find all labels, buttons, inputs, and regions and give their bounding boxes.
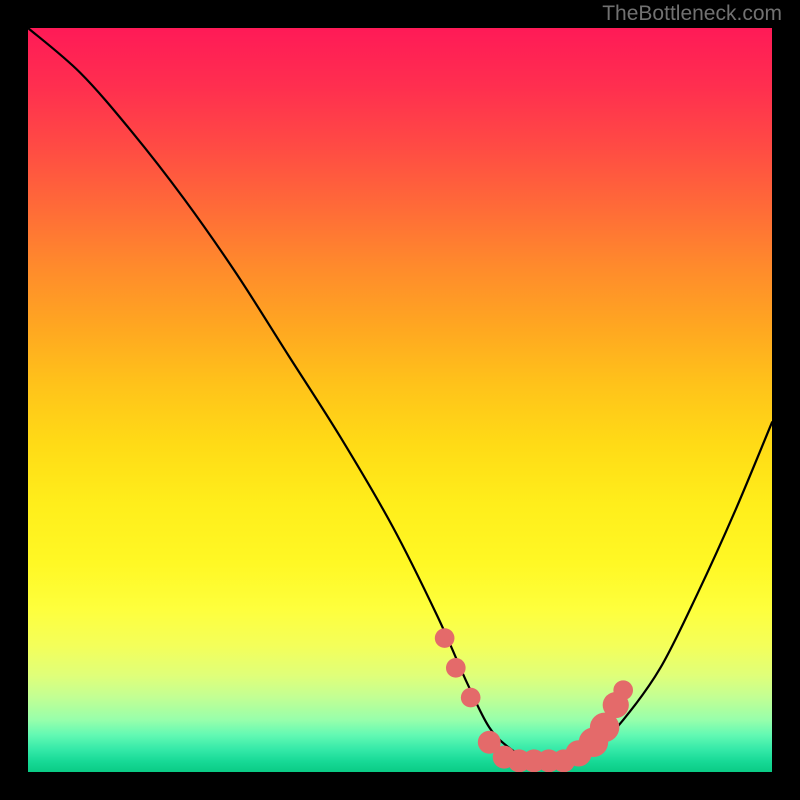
highlight-marker [461,688,481,708]
highlight-marker [435,628,455,648]
highlight-marker [446,658,466,678]
chart-plot-area [28,28,772,772]
bottleneck-curve-path [28,28,772,762]
highlighted-markers [435,628,633,772]
attribution-text: TheBottleneck.com [602,2,782,26]
chart-svg [28,28,772,772]
highlight-marker [613,680,633,700]
